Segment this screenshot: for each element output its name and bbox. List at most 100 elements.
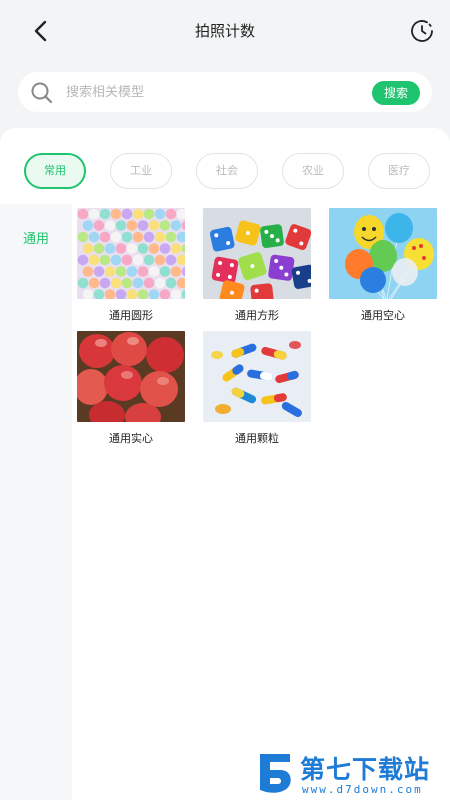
bead	[77, 208, 89, 220]
bead	[154, 277, 166, 289]
bead	[143, 254, 155, 266]
tab-common[interactable]: 常用	[24, 153, 86, 189]
bead	[93, 220, 105, 231]
bead	[132, 277, 144, 289]
bead	[77, 277, 89, 289]
model-card-label: 通用圆形	[109, 309, 153, 322]
bead	[143, 208, 155, 220]
bead	[104, 243, 116, 254]
bead	[93, 266, 105, 277]
bead	[154, 254, 166, 266]
model-card-granule[interactable]: 通用颗粒	[203, 331, 313, 446]
model-card-label: 通用空心	[361, 309, 405, 322]
header: 拍照计数	[0, 0, 450, 62]
watermark-url: www.d7down.com	[302, 783, 423, 796]
bead	[104, 266, 116, 277]
bead	[154, 208, 166, 220]
bead	[165, 277, 177, 289]
bead	[99, 231, 111, 243]
history-clock-icon	[411, 20, 433, 42]
colorful-dice-image	[203, 208, 311, 299]
watermark-logo-icon	[260, 754, 291, 793]
page-title: 拍照计数	[194, 22, 255, 40]
bead	[148, 266, 160, 277]
bead	[121, 231, 133, 243]
bead	[121, 254, 133, 266]
history-button[interactable]	[408, 17, 436, 45]
bead	[154, 231, 166, 243]
search-button[interactable]: 搜索	[372, 81, 420, 105]
sidebar-item-general[interactable]: 通用	[0, 228, 72, 247]
bead	[99, 254, 111, 266]
bead	[88, 254, 100, 266]
tab-society[interactable]: 社会	[196, 153, 258, 189]
bead	[82, 243, 94, 254]
bead	[121, 277, 133, 289]
bead	[115, 220, 127, 231]
bead	[132, 254, 144, 266]
bead	[159, 220, 171, 231]
model-card-solid[interactable]: 通用实心	[77, 331, 187, 446]
search-bar: 搜索	[18, 72, 432, 112]
bead	[115, 266, 127, 277]
bead	[148, 220, 160, 231]
bead	[170, 243, 182, 254]
bead	[88, 208, 100, 220]
bead	[126, 243, 138, 254]
tab-industry[interactable]: 工业	[110, 153, 172, 189]
bead	[82, 266, 94, 277]
bead	[165, 254, 177, 266]
bead	[137, 266, 149, 277]
bead	[77, 231, 89, 243]
model-card-label: 通用实心	[109, 432, 153, 445]
tab-agriculture[interactable]: 农业	[282, 153, 344, 189]
bead	[159, 266, 171, 277]
bead	[165, 231, 177, 243]
bead	[132, 208, 144, 220]
tab-medical[interactable]: 医疗	[368, 153, 430, 189]
bead	[159, 243, 171, 254]
model-card-label: 通用颗粒	[235, 432, 279, 445]
bead	[82, 220, 94, 231]
bead	[104, 220, 116, 231]
capsule-pills-image	[203, 331, 311, 422]
model-card-round[interactable]: 通用圆形	[77, 208, 187, 323]
model-card-label: 通用方形	[235, 309, 279, 322]
bead	[88, 277, 100, 289]
bead	[143, 277, 155, 289]
bead	[143, 231, 155, 243]
category-tabs: 常用 工业 社会 农业 医疗	[0, 128, 450, 204]
bead	[99, 208, 111, 220]
search-input[interactable]	[66, 80, 356, 104]
colorful-beads-image	[77, 208, 185, 299]
bead	[137, 220, 149, 231]
bead	[88, 231, 100, 243]
bead	[110, 208, 122, 220]
red-apples-image	[77, 331, 185, 422]
bead	[110, 231, 122, 243]
sidebar: 通用	[0, 204, 72, 800]
bead	[132, 231, 144, 243]
bead	[148, 243, 160, 254]
bead	[115, 243, 127, 254]
bead	[121, 208, 133, 220]
model-card-hollow[interactable]: 通用空心	[329, 208, 439, 323]
bead	[110, 254, 122, 266]
search-icon	[31, 82, 53, 104]
bead	[126, 266, 138, 277]
model-card-square[interactable]: 通用方形	[203, 208, 313, 323]
balloons-image	[329, 208, 437, 299]
watermark-brand: 第七下载站	[300, 755, 431, 784]
bead	[93, 243, 105, 254]
bead	[170, 220, 182, 231]
model-grid: 通用圆形 通用方形 通用空心 通用实心 通用颗粒	[72, 204, 450, 800]
bead	[165, 208, 177, 220]
bead	[170, 266, 182, 277]
model-panel: 常用 工业 社会 农业 医疗 通用 通用圆形 通用方形 通用空心 通用实心 通用…	[0, 128, 450, 800]
bead	[77, 254, 89, 266]
bead	[137, 243, 149, 254]
bead	[126, 220, 138, 231]
bead	[99, 277, 111, 289]
bead	[110, 277, 122, 289]
site-watermark: 第七下载站 www.d7down.com	[256, 748, 446, 798]
